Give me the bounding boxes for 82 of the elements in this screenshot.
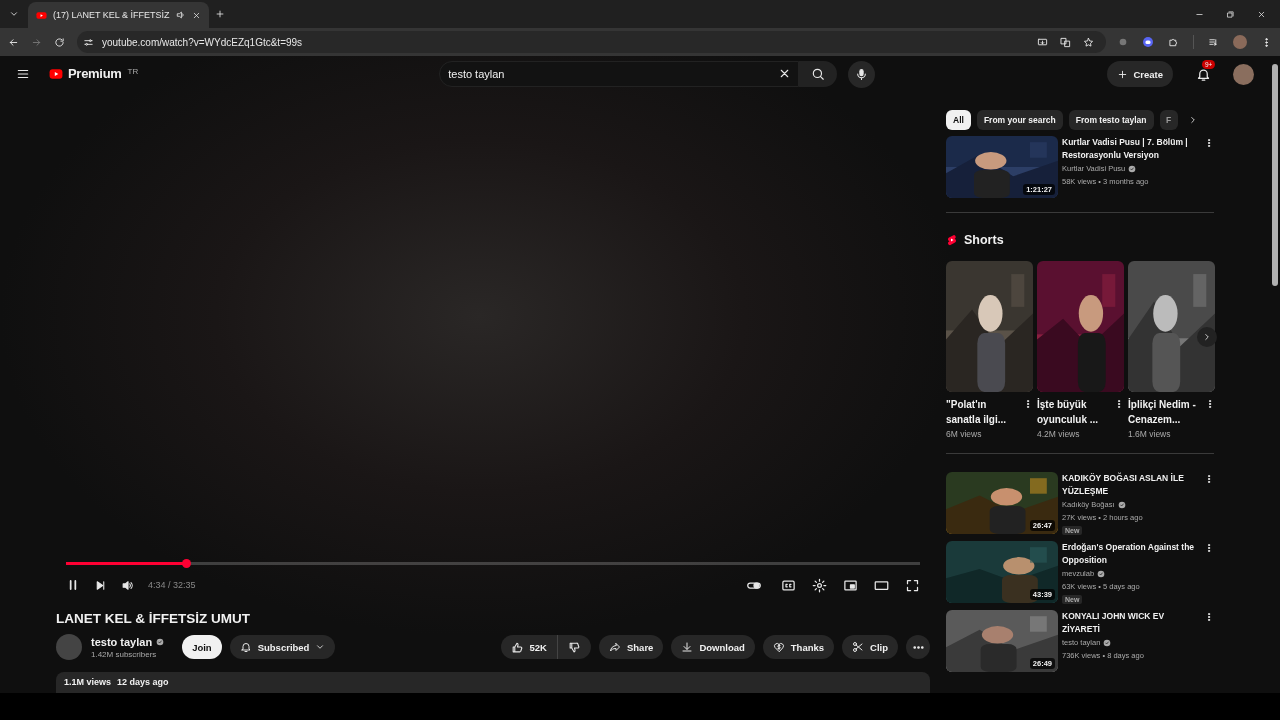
- share-icon: [609, 641, 621, 653]
- miniplayer-icon[interactable]: [843, 577, 858, 593]
- site-settings-icon[interactable]: [83, 36, 94, 48]
- thanks-button[interactable]: Thanks: [762, 635, 835, 659]
- video-title[interactable]: KADIKÖY BOĞASI ASLAN İLE YÜZLEŞME: [1062, 472, 1196, 498]
- next-icon[interactable]: [94, 578, 107, 592]
- description-box[interactable]: 1.1M views 12 days ago: [56, 672, 930, 693]
- heart-dollar-icon: [772, 641, 785, 653]
- chevron-down-icon: [9, 9, 19, 19]
- back-icon[interactable]: [8, 36, 19, 48]
- dislike-icon: [568, 640, 581, 654]
- view-count: 1.1M views: [64, 677, 112, 688]
- search-button[interactable]: [799, 61, 838, 87]
- shorts-icon: [946, 233, 958, 247]
- scrubber-handle[interactable]: [181, 559, 191, 568]
- subscribed-button[interactable]: Subscribed: [229, 635, 336, 659]
- progress-bar[interactable]: [66, 562, 920, 565]
- time-display: 4:34 / 32:35: [148, 580, 196, 590]
- subscriber-count: 1.42M subscribers: [91, 649, 158, 659]
- address-bar[interactable]: youtube.com/watch?v=WYdcEZq1Gtc&t=99s: [77, 31, 1106, 53]
- view-count: 1.6M views: [1128, 429, 1172, 439]
- url-text: youtube.com/watch?v=WYdcEZq1Gtc&t=99s: [102, 36, 304, 48]
- join-button[interactable]: Join: [182, 635, 222, 659]
- star-icon[interactable]: [1083, 36, 1094, 48]
- video-title[interactable]: KONYALI JOHN WICK EV ZİYARETİ: [1062, 610, 1196, 636]
- search-field[interactable]: testo taylan: [439, 61, 800, 87]
- puzzle-icon[interactable]: [1168, 36, 1179, 48]
- video-title: LANET KEL & İFFETSİZ UMUT: [56, 611, 251, 626]
- captions-icon[interactable]: [781, 577, 796, 593]
- restore-icon[interactable]: [1226, 9, 1235, 19]
- bell-icon[interactable]: [1195, 66, 1211, 82]
- tab-title: (17) LANET KEL & İFFETSİZ: [53, 10, 170, 20]
- view-count: 6M views: [946, 429, 983, 439]
- chevron-right-icon: [1202, 332, 1212, 342]
- plus-icon: [1117, 68, 1129, 80]
- share-button[interactable]: Share: [599, 635, 664, 659]
- view-count: 4.2M views: [1037, 429, 1081, 439]
- menu-icon[interactable]: [16, 67, 30, 81]
- volume-icon[interactable]: [121, 578, 134, 592]
- filter-chip[interactable]: All: [946, 110, 971, 130]
- plus-icon: [214, 9, 225, 19]
- avatar[interactable]: [1233, 63, 1254, 85]
- close-icon[interactable]: [1257, 9, 1266, 19]
- voice-search-button[interactable]: [848, 60, 876, 88]
- short-title[interactable]: İşte büyük oyunculuk ...: [1037, 397, 1110, 427]
- browser-tab[interactable]: (17) LANET KEL & İFFETSİZ: [28, 2, 209, 28]
- channel-name[interactable]: testo taylan: [91, 635, 153, 648]
- video-title[interactable]: Kurtlar Vadisi Pusu | 7. Bölüm | Restorasyonlu Versiyon: [1062, 136, 1196, 162]
- profile-avatar[interactable]: [1233, 35, 1247, 49]
- section-title: Shorts: [964, 233, 1004, 247]
- fullscreen-icon[interactable]: [905, 577, 920, 593]
- download-icon: [681, 641, 694, 653]
- filter-chip[interactable]: From your search: [976, 110, 1063, 130]
- mic-icon: [855, 67, 869, 81]
- close-icon[interactable]: [191, 10, 201, 20]
- video-site-icon: [36, 9, 47, 21]
- extension-icon[interactable]: [1118, 37, 1128, 47]
- media-icon[interactable]: [1208, 36, 1219, 48]
- logo-text[interactable]: Premium: [68, 67, 122, 81]
- upload-date: 12 days ago: [117, 677, 169, 688]
- reload-icon[interactable]: [54, 36, 65, 48]
- install-icon[interactable]: [1037, 36, 1048, 48]
- scrollbar-thumb[interactable]: [1272, 64, 1278, 286]
- bell-icon: [239, 641, 252, 653]
- search-icon: [811, 67, 826, 81]
- short-title[interactable]: "Polat'ın sanatla ilgi...: [946, 397, 1019, 427]
- create-button[interactable]: Create: [1107, 61, 1173, 87]
- region-label: TR: [127, 67, 139, 76]
- filter-chip[interactable]: F: [1159, 110, 1178, 130]
- forward-icon[interactable]: [31, 36, 42, 48]
- chevron-down-icon: [315, 642, 326, 652]
- chat-extension-icon[interactable]: [1142, 36, 1154, 48]
- translate-icon[interactable]: [1060, 36, 1071, 48]
- settings-icon[interactable]: [812, 577, 827, 593]
- scissors-icon: [852, 641, 865, 653]
- short-title[interactable]: İplikçi Nedim - Cenazem...: [1128, 397, 1201, 427]
- clip-button[interactable]: Clip: [842, 635, 898, 659]
- video-title[interactable]: Erdoğan's Operation Against the Opposition: [1062, 541, 1196, 567]
- like-icon: [510, 640, 524, 654]
- filter-chip[interactable]: From testo taylan: [1068, 110, 1154, 130]
- more-button[interactable]: [906, 635, 930, 659]
- download-button[interactable]: Download: [671, 635, 755, 659]
